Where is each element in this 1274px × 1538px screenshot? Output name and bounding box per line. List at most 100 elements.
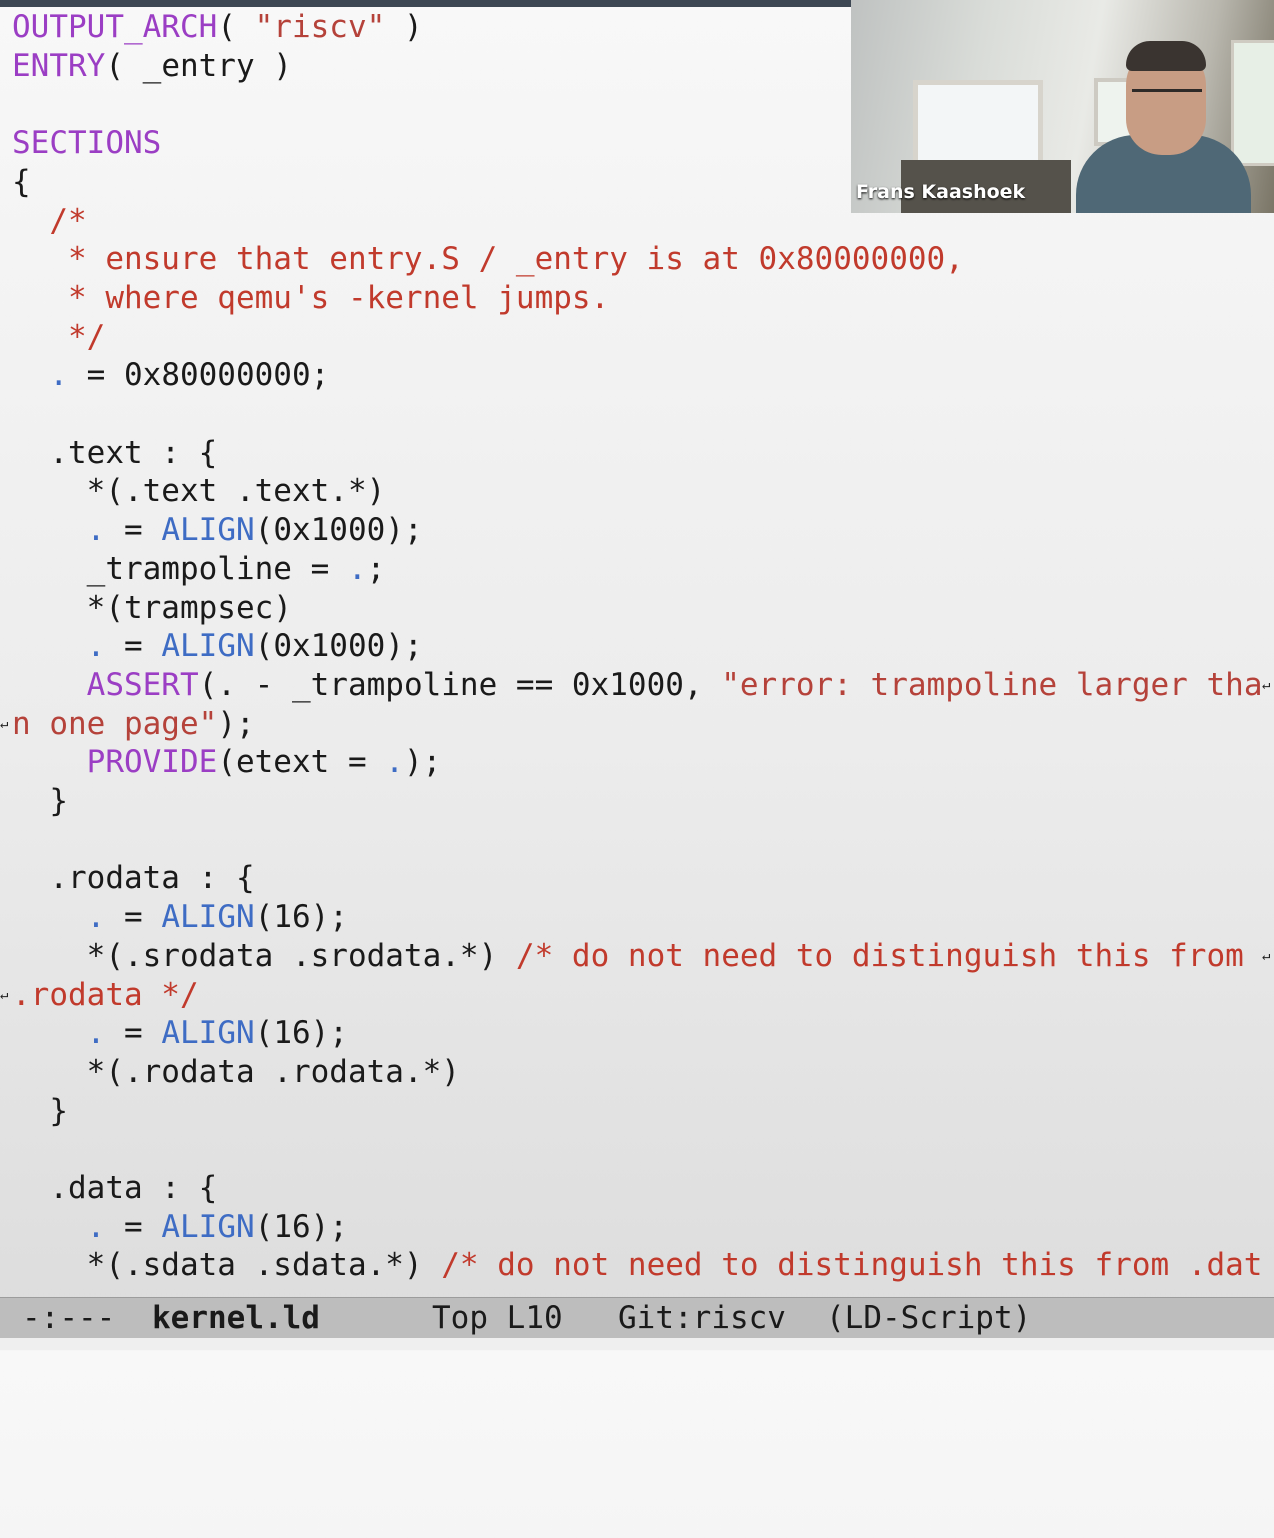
code-token: ); — [217, 705, 255, 742]
code-line: . = ALIGN(0x1000); — [12, 627, 423, 665]
code-token: "riscv" — [254, 9, 386, 45]
code-line: .text : { — [12, 434, 217, 472]
code-token: *(trampsec) — [12, 589, 292, 626]
code-token: *(.text .text.*) — [12, 473, 386, 510]
code-token: . — [86, 1015, 106, 1052]
code-token: (16); — [254, 1015, 348, 1052]
code-token: n one page" — [12, 705, 218, 742]
code-token: * ensure that entry.S / _entry is at 0x8… — [12, 241, 964, 278]
code-line: } — [12, 782, 68, 820]
code-token: *(.rodata .rodata.*) — [12, 1053, 460, 1090]
code-line: * where qemu's -kernel jumps. — [12, 279, 609, 317]
code-line: *(.text .text.*) — [12, 472, 386, 510]
line-continuation-icon: ↵ — [1262, 947, 1271, 964]
code-token: (etext = — [217, 744, 386, 781]
line-continuation-icon: ↵ — [1262, 676, 1271, 693]
line-continuation-icon: ↵ — [0, 986, 9, 1003]
code-line: /* — [12, 202, 87, 240]
background-window — [913, 80, 1043, 170]
code-line: *(trampsec) — [12, 589, 292, 627]
code-token: ) — [385, 9, 423, 45]
code-line: { — [12, 163, 31, 201]
code-line: OUTPUT_ARCH( "riscv" ) — [12, 8, 423, 46]
code-token: .text : { — [12, 434, 218, 471]
code-token: *(.srodata .srodata.*) — [12, 937, 516, 974]
code-token: { — [12, 163, 31, 200]
code-token: ALIGN — [161, 1015, 255, 1052]
code-token: * where qemu's -kernel jumps. — [12, 279, 610, 316]
code-token: /* do not need to distinguish this from — [515, 937, 1263, 974]
code-token: . — [86, 899, 106, 936]
code-token: } — [12, 783, 68, 819]
code-token: SECTIONS — [12, 125, 162, 162]
code-token: . — [49, 357, 68, 394]
code-token: ALIGN — [161, 1208, 255, 1245]
code-line: SECTIONS — [12, 124, 161, 162]
mode-line: -:--- kernel.ld Top L10 Git:riscv (LD-Sc… — [0, 1297, 1274, 1338]
code-line: . = ALIGN(0x1000); — [12, 511, 423, 549]
buffer-position: Top L10 — [432, 1300, 563, 1336]
code-token: .rodata */ — [12, 976, 199, 1013]
code-line: *(.srodata .srodata.*) /* do not need to… — [12, 937, 1262, 975]
minibuffer[interactable] — [0, 1338, 1274, 1350]
code-token: .rodata : { — [12, 860, 255, 897]
code-line: .rodata */ — [12, 976, 199, 1014]
code-token: "error: trampoline larger tha — [721, 666, 1263, 703]
code-token: (0x1000); — [254, 628, 423, 665]
code-token: (16); — [254, 899, 348, 936]
code-line: . = ALIGN(16); — [12, 898, 348, 936]
code-line: } — [12, 1092, 68, 1130]
code-token: OUTPUT_ARCH — [12, 9, 218, 45]
code-token: = — [105, 1208, 162, 1245]
code-token: PROVIDE — [86, 744, 218, 781]
code-line: . = ALIGN(16); — [12, 1208, 348, 1246]
code-token: = 0x80000000; — [68, 357, 330, 394]
code-token: = — [105, 628, 162, 665]
code-token: ; — [366, 550, 386, 587]
code-line: *(.sdata .sdata.*) /* do not need to dis… — [12, 1246, 1263, 1284]
code-token: *(.sdata .sdata.*) — [12, 1247, 442, 1284]
code-token: . — [347, 550, 367, 587]
code-token: = — [105, 1015, 162, 1052]
code-token: ALIGN — [161, 628, 255, 665]
participant-figure — [1076, 35, 1251, 213]
code-token: ( — [217, 9, 255, 45]
code-token: . — [86, 1208, 106, 1245]
code-token: = — [105, 512, 162, 549]
code-token: /* do not need to distinguish this from … — [441, 1247, 1263, 1284]
participant-name: Frans Kaashoek — [856, 181, 1026, 203]
code-token: ENTRY — [12, 47, 106, 84]
code-token: ALIGN — [161, 512, 255, 549]
buffer-name: kernel.ld — [152, 1300, 320, 1336]
code-token: ); — [403, 744, 442, 781]
code-token: _trampoline = — [12, 550, 348, 587]
code-line: ASSERT(. - _trampoline == 0x1000, "error… — [12, 666, 1263, 704]
modeline-status: -:--- — [22, 1300, 116, 1336]
code-token: (. - _trampoline == 0x1000, — [198, 666, 722, 703]
code-token: (16); — [254, 1208, 348, 1245]
vc-branch: Git:riscv — [618, 1300, 786, 1336]
code-line: ENTRY( _entry ) — [12, 47, 292, 85]
code-line: * ensure that entry.S / _entry is at 0x8… — [12, 240, 964, 278]
code-line: .data : { — [12, 1169, 217, 1207]
code-token: */ — [12, 318, 106, 355]
code-line: . = 0x80000000; — [12, 356, 329, 394]
code-token: .data : { — [12, 1170, 218, 1206]
code-line: _trampoline = .; — [12, 550, 386, 588]
code-token: /* — [12, 202, 87, 239]
video-thumbnail: Frans Kaashoek — [851, 0, 1274, 213]
code-line: *(.rodata .rodata.*) — [12, 1053, 460, 1091]
code-token: ( _entry ) — [105, 47, 292, 84]
line-continuation-icon: ↵ — [0, 715, 9, 732]
code-token: ALIGN — [161, 899, 255, 936]
code-token: } — [12, 1092, 68, 1129]
code-token: . — [86, 628, 106, 665]
code-token: . — [385, 744, 404, 781]
code-line: */ — [12, 318, 105, 356]
